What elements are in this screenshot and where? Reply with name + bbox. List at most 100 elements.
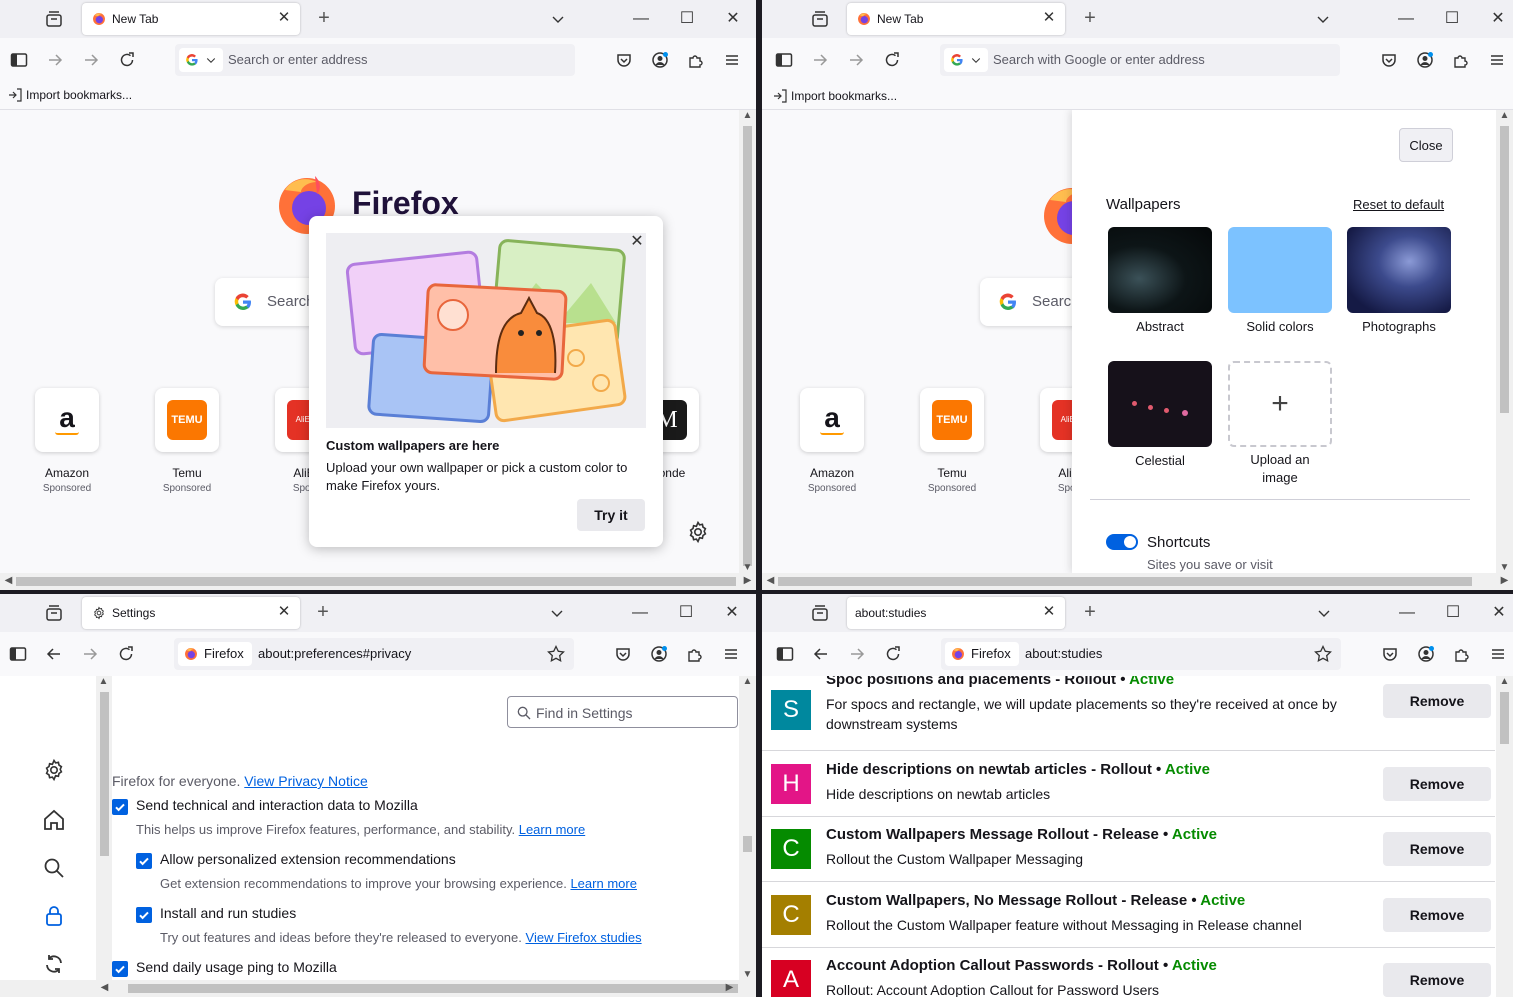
- maximize-button[interactable]: ☐: [676, 603, 696, 623]
- checkbox-daily-usage-ping[interactable]: [112, 961, 128, 977]
- reload-icon[interactable]: [882, 50, 902, 70]
- close-window-button[interactable]: ✕: [722, 603, 742, 623]
- close-tab-icon[interactable]: ✕: [276, 10, 292, 26]
- lock-icon[interactable]: [42, 904, 66, 928]
- close-window-button[interactable]: ✕: [1488, 9, 1508, 29]
- identity-box[interactable]: Firefox: [945, 642, 1019, 666]
- forward-arrow-icon[interactable]: [81, 50, 101, 70]
- learn-more-link[interactable]: Learn more: [570, 876, 636, 891]
- scroll-thumb[interactable]: [16, 577, 736, 586]
- scroll-thumb[interactable]: [100, 692, 109, 856]
- close-panel-button[interactable]: Close: [1399, 128, 1453, 162]
- puzzle-icon[interactable]: [685, 644, 705, 664]
- scroll-left-icon[interactable]: ◀: [96, 982, 113, 993]
- scroll-left-icon[interactable]: ◀: [0, 575, 17, 586]
- scroll-up-icon[interactable]: ▲: [95, 676, 112, 687]
- forward-arrow-icon[interactable]: [846, 50, 866, 70]
- wallpaper-celestial[interactable]: Celestial: [1108, 361, 1212, 468]
- wallpaper-upload[interactable]: + Upload an image: [1228, 361, 1332, 487]
- url-bar[interactable]: Firefox about:studies: [941, 638, 1341, 670]
- hamburger-icon[interactable]: [721, 644, 741, 664]
- sync-icon[interactable]: [42, 952, 66, 976]
- wallpaper-solid-colors[interactable]: Solid colors: [1228, 227, 1332, 334]
- puzzle-icon[interactable]: [686, 50, 706, 70]
- reset-to-default-link[interactable]: Reset to default: [1353, 197, 1444, 212]
- try-it-button[interactable]: Try it: [577, 499, 645, 531]
- privacy-notice-link[interactable]: View Privacy Notice: [244, 773, 367, 789]
- back-arrow-icon[interactable]: [45, 50, 65, 70]
- account-icon[interactable]: [1416, 644, 1436, 664]
- scroll-thumb[interactable]: [743, 126, 752, 566]
- scroll-right-icon[interactable]: ▶: [721, 982, 738, 993]
- reload-icon[interactable]: [116, 644, 136, 664]
- scroll-down-icon[interactable]: ▼: [1496, 562, 1513, 573]
- new-tab-plus-icon[interactable]: +: [314, 8, 334, 29]
- chevron-down-icon[interactable]: [550, 11, 566, 27]
- scroll-up-icon[interactable]: ▲: [1496, 676, 1513, 687]
- wallpaper-abstract[interactable]: Abstract: [1108, 227, 1212, 334]
- chevron-down-icon[interactable]: [1316, 605, 1332, 621]
- url-bar[interactable]: Search with Google or enter address: [940, 44, 1340, 76]
- sidebar-icon[interactable]: [8, 644, 28, 664]
- back-arrow-icon[interactable]: [810, 50, 830, 70]
- identity-box[interactable]: Firefox: [178, 642, 252, 666]
- gear-icon[interactable]: [686, 520, 710, 544]
- vertical-scrollbar[interactable]: ▲ ▼: [739, 676, 756, 980]
- remove-button[interactable]: Remove: [1383, 963, 1491, 997]
- chevron-down-icon[interactable]: [1315, 11, 1331, 27]
- new-tab-plus-icon[interactable]: +: [1080, 602, 1100, 623]
- back-arrow-icon[interactable]: [44, 644, 64, 664]
- close-tab-icon[interactable]: ✕: [1041, 604, 1057, 620]
- url-bar[interactable]: Firefox about:preferences#privacy: [174, 638, 574, 670]
- tab-list-icon[interactable]: [44, 9, 64, 29]
- star-icon[interactable]: [1313, 644, 1333, 664]
- tab-about-studies[interactable]: about:studies ✕: [847, 597, 1065, 629]
- url-bar[interactable]: Search or enter address: [175, 44, 575, 76]
- scroll-right-icon[interactable]: ▶: [1496, 575, 1513, 586]
- maximize-button[interactable]: ☐: [677, 9, 697, 29]
- find-in-settings-input[interactable]: Find in Settings: [507, 696, 738, 728]
- search-engine-button[interactable]: [179, 48, 223, 72]
- close-window-button[interactable]: ✕: [723, 9, 743, 29]
- scroll-right-icon[interactable]: ▶: [739, 575, 756, 586]
- shortcut-tile-amazon[interactable]: a Amazon Sponsored: [782, 388, 882, 494]
- scroll-down-icon[interactable]: ▼: [739, 969, 756, 980]
- vertical-scrollbar[interactable]: ▲ ▼: [739, 110, 756, 573]
- new-tab-plus-icon[interactable]: +: [1080, 8, 1100, 29]
- remove-button[interactable]: Remove: [1383, 832, 1491, 866]
- tab-new-tab[interactable]: New Tab ✕: [847, 3, 1065, 35]
- minimize-button[interactable]: —: [630, 603, 650, 623]
- vertical-scrollbar[interactable]: ▲ ▼: [1496, 110, 1513, 573]
- search-icon[interactable]: [42, 856, 66, 880]
- search-engine-button[interactable]: [944, 48, 988, 72]
- import-bookmarks-link[interactable]: Import bookmarks...: [773, 89, 897, 103]
- tab-settings[interactable]: Settings ✕: [82, 597, 300, 629]
- forward-arrow-icon[interactable]: [80, 644, 100, 664]
- close-callout-icon[interactable]: ✕: [629, 234, 645, 250]
- remove-button[interactable]: Remove: [1383, 684, 1491, 718]
- pocket-icon[interactable]: [614, 50, 634, 70]
- sidebar-icon[interactable]: [774, 50, 794, 70]
- hamburger-icon[interactable]: [1488, 644, 1508, 664]
- gear-icon[interactable]: [42, 758, 66, 782]
- scroll-thumb[interactable]: [778, 577, 1472, 586]
- scroll-up-icon[interactable]: ▲: [739, 110, 756, 121]
- star-icon[interactable]: [546, 644, 566, 664]
- reload-icon[interactable]: [117, 50, 137, 70]
- tab-list-icon[interactable]: [44, 603, 64, 623]
- shortcuts-toggle[interactable]: [1106, 534, 1138, 550]
- vertical-scrollbar[interactable]: ▲: [1496, 676, 1513, 997]
- checkbox-send-technical[interactable]: [112, 799, 128, 815]
- learn-more-link[interactable]: Learn more: [519, 822, 585, 837]
- scroll-thumb[interactable]: [128, 984, 738, 993]
- sidebar-icon[interactable]: [9, 50, 29, 70]
- scroll-down-icon[interactable]: ▼: [739, 562, 756, 573]
- checkbox-install-studies[interactable]: [136, 907, 152, 923]
- pocket-icon[interactable]: [1379, 50, 1399, 70]
- pocket-icon[interactable]: [1380, 644, 1400, 664]
- wallpaper-photographs[interactable]: Photographs: [1347, 227, 1451, 334]
- back-arrow-icon[interactable]: [811, 644, 831, 664]
- close-window-button[interactable]: ✕: [1489, 603, 1509, 623]
- minimize-button[interactable]: —: [1396, 9, 1416, 29]
- checkbox-extension-recommendations[interactable]: [136, 853, 152, 869]
